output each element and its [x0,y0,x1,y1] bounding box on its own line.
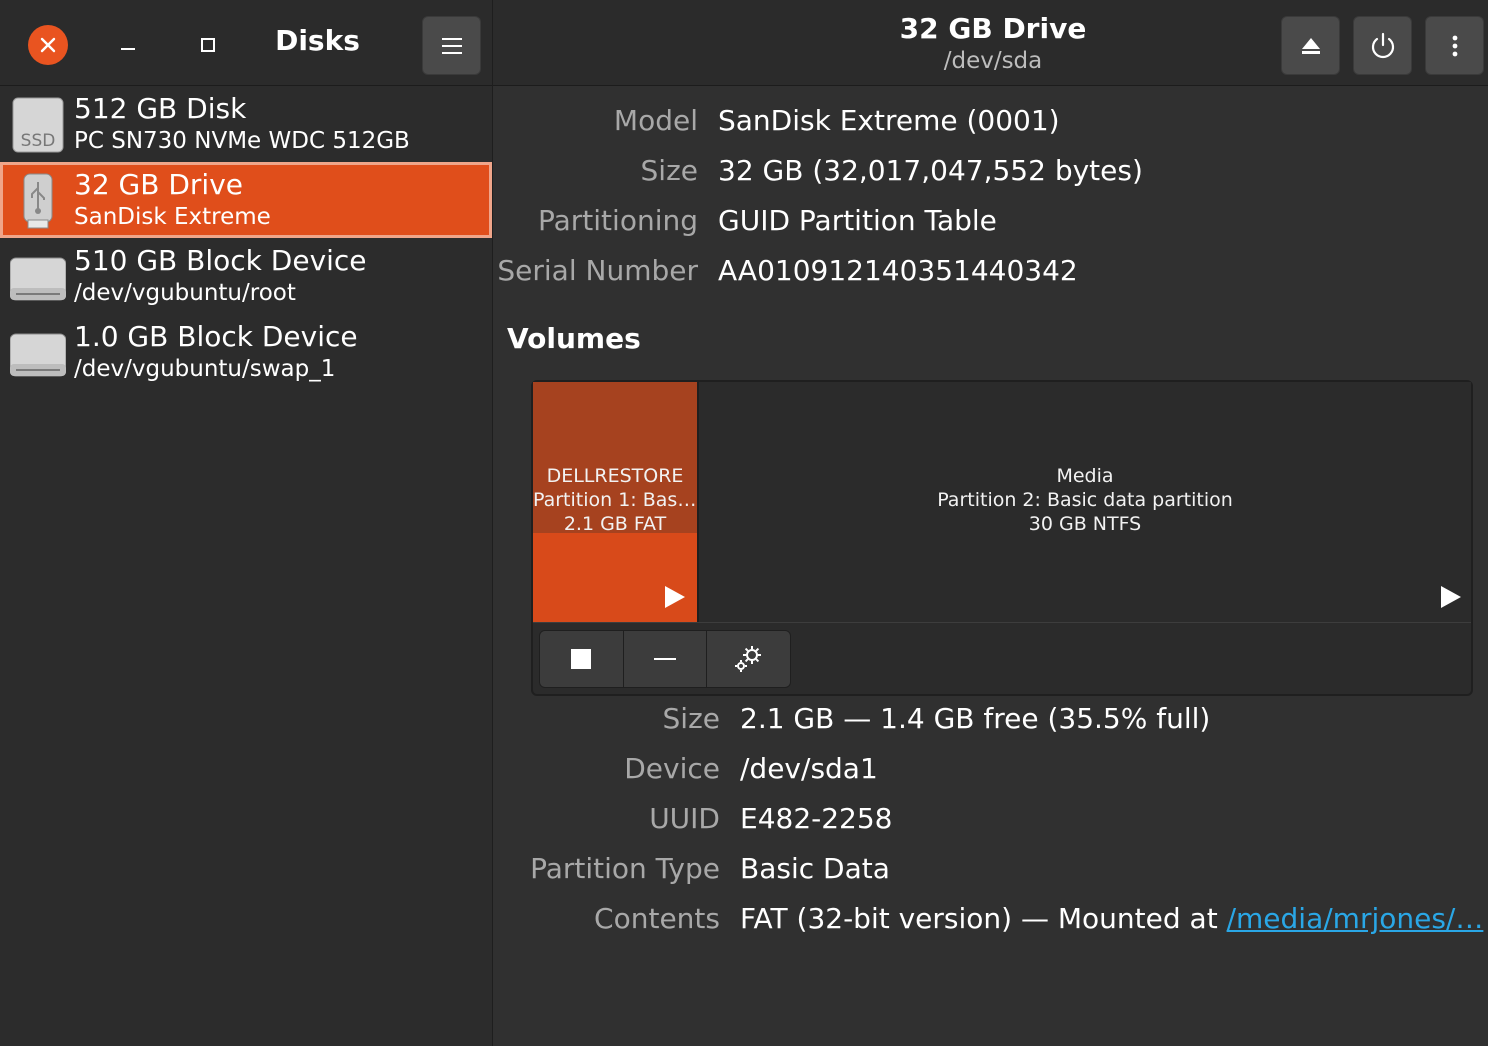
partition-size: 30 GB NTFS [1028,513,1142,535]
drive-options-button[interactable] [1425,16,1484,75]
property-label: Size [640,154,698,187]
volume-toolbar [539,630,791,688]
property-value: GUID Partition Table [718,204,997,237]
drive-subtitle: /dev/vgubuntu/swap_1 [74,356,336,382]
unmount-button[interactable] [540,631,624,687]
drive-item-510gb-block-device[interactable]: 510 GB Block Device /dev/vgubuntu/root [0,238,492,314]
property-label: Model [613,104,698,137]
ssd-icon: SSD [12,97,64,153]
gears-icon [734,646,761,672]
svg-text:SSD: SSD [21,131,56,151]
block-device-icon [10,257,66,301]
partition-description: Partition 2: Basic data partition [937,489,1233,511]
drive-list: SSD 512 GB Disk PC SN730 NVMe WDC 512GB … [0,86,492,390]
drive-subtitle: /dev/vgubuntu/root [74,280,296,306]
mount-play-icon[interactable] [661,584,687,610]
partition-1-text: DELLRESTORE Partition 1: Basic data part… [533,464,697,536]
usb-drive-icon [23,173,53,229]
property-label: Size [662,702,720,735]
property-value: Basic Data [740,852,890,885]
drive-name: 1.0 GB Block Device [74,320,358,353]
property-value: 32 GB (32,017,047,552 bytes) [718,154,1143,187]
maximize-button[interactable] [188,25,228,65]
volume-property-partition-type: Partition Type [493,852,720,892]
drive-name: 510 GB Block Device [74,244,367,277]
property-serial: Serial Number [493,254,698,294]
property-label: UUID [649,802,720,835]
property-label: Device [624,752,720,785]
eject-button[interactable] [1281,16,1340,75]
drive-subtitle: SanDisk Extreme [74,204,271,230]
close-icon [40,37,56,53]
device-details-pane: 32 GB Drive /dev/sda Model SanDisk Extre… [493,0,1488,1046]
minus-icon [654,658,676,660]
drive-item-32gb-drive[interactable]: 32 GB Drive SanDisk Extreme [0,162,492,238]
disks-window: Disks SSD 512 GB Disk PC SN730 NVMe WDC … [0,0,1488,1046]
volume-property-device: Device [493,752,720,792]
property-label: Serial Number [497,254,698,287]
property-size: Size [493,154,698,194]
property-partitioning: Partitioning [493,204,698,244]
mount-play-icon[interactable] [1437,584,1463,610]
minimize-icon [121,48,135,50]
stop-icon [571,649,592,669]
property-model: Model [493,104,698,144]
drive-item-1gb-block-device[interactable]: 1.0 GB Block Device /dev/vgubuntu/swap_1 [0,314,492,390]
property-value: E482-2258 [740,802,893,835]
eject-icon [1301,37,1320,54]
app-title: Disks [275,24,360,57]
volume-map: DELLRESTORE Partition 1: Basic data part… [533,382,1471,623]
drive-subtitle: PC SN730 NVMe WDC 512GB [74,128,410,154]
property-value-wrapper: FAT (32-bit version) — Mounted at /media… [740,902,1483,935]
device-header: 32 GB Drive /dev/sda [493,0,1488,86]
partition-2-block[interactable]: Media Partition 2: Basic data partition … [699,382,1471,622]
volumes-panel: DELLRESTORE Partition 1: Basic data part… [531,380,1473,696]
volume-property-uuid: UUID [493,802,720,842]
drive-item-512gb-disk[interactable]: SSD 512 GB Disk PC SN730 NVMe WDC 512GB [0,86,492,162]
property-value: AA010912140351440342 [718,254,1078,287]
hamburger-menu-icon [441,37,462,54]
mount-point-link[interactable]: /media/mrjones/… [1227,902,1484,935]
property-value: /dev/sda1 [740,752,878,785]
delete-partition-button[interactable] [623,631,708,687]
block-device-icon [10,333,66,377]
close-button[interactable] [28,25,68,65]
main-menu-button[interactable] [422,16,481,75]
partition-label: Media [1056,465,1114,487]
partition-label: DELLRESTORE [546,465,684,487]
drive-name: 32 GB Drive [74,168,243,201]
power-off-button[interactable] [1353,16,1412,75]
volumes-heading: Volumes [507,322,641,355]
property-label: Partitioning [538,204,698,237]
partition-size: 2.1 GB FAT [563,513,667,535]
partition-options-button[interactable] [707,631,790,687]
volume-property-size: Size [493,702,720,742]
drive-sidebar: Disks SSD 512 GB Disk PC SN730 NVMe WDC … [0,0,493,1046]
partition-1-block[interactable]: DELLRESTORE Partition 1: Basic data part… [533,382,699,622]
property-value: FAT (32-bit version) — Mounted at [740,902,1227,935]
volume-property-contents: Contents [493,902,720,942]
more-vertical-icon [1452,35,1457,56]
maximize-icon [201,38,215,52]
sidebar-header: Disks [0,0,492,86]
property-value: SanDisk Extreme (0001) [718,104,1060,137]
property-label: Contents [594,902,720,935]
property-value: 2.1 GB — 1.4 GB free (35.5% full) [740,702,1211,735]
property-label: Partition Type [530,852,720,885]
power-icon [1371,32,1394,58]
minimize-button[interactable] [108,25,148,65]
partition-2-text: Media Partition 2: Basic data partition … [699,464,1471,536]
drive-name: 512 GB Disk [74,92,247,125]
partition-description: Partition 1: Basic data partition [533,489,697,511]
